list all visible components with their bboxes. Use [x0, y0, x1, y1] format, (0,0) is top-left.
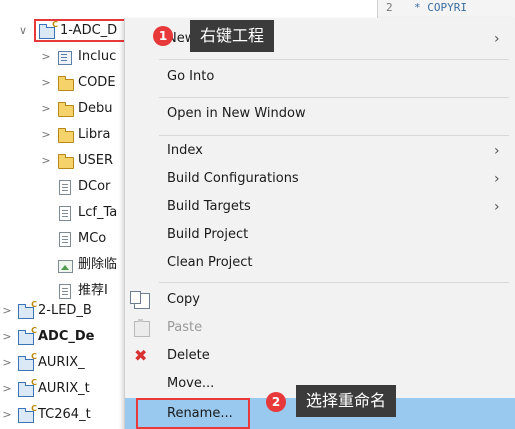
tree-item-label: CODE — [78, 75, 116, 90]
tree-item-label: USER — [78, 153, 114, 168]
chevron-right-icon: › — [494, 199, 500, 215]
menu-item-label: Move... — [167, 376, 215, 391]
tree-item-label: MCo — [78, 231, 107, 246]
menu-item-label: Go Into — [167, 69, 215, 84]
chevron-right-icon: › — [494, 143, 500, 159]
menu-separator — [159, 59, 509, 60]
menu-separator — [159, 282, 509, 283]
tree-item-label: TC264_t — [38, 407, 91, 422]
chevron-right-icon: › — [494, 171, 500, 187]
folder-icon — [58, 154, 74, 169]
folder-icon — [58, 102, 74, 117]
file-icon — [59, 284, 71, 299]
code-text: * COPYRI — [414, 1, 467, 14]
menu-item-delete[interactable]: ✖ Delete — [125, 342, 515, 370]
tree-item-label: 删除临 — [78, 257, 118, 272]
project-icon — [18, 353, 37, 371]
menu-item-open-in-new-window[interactable]: Open in New Window — [125, 100, 515, 128]
editor-line-strip: 2 * COPYRI — [377, 0, 515, 18]
context-menu: New › Go Into Open in New Window Index ›… — [124, 18, 515, 429]
file-icon — [59, 180, 71, 195]
menu-item-label: Clean Project — [167, 255, 253, 270]
tree-item-label: ADC_De — [38, 329, 95, 344]
tree-item-label: Libra — [78, 127, 111, 142]
folder-icon — [58, 76, 74, 91]
chevron-right-icon[interactable]: > — [41, 148, 51, 174]
menu-item-label: Build Project — [167, 227, 249, 242]
line-number: 2 — [386, 1, 393, 14]
chevron-right-icon[interactable]: > — [2, 350, 12, 376]
tree-item-label: DCor — [78, 179, 111, 194]
chevron-right-icon[interactable]: > — [2, 402, 12, 428]
includes-icon — [58, 51, 72, 65]
chevron-down-icon[interactable]: ∨ — [18, 18, 28, 44]
menu-item-label: Build Targets — [167, 199, 251, 214]
chevron-right-icon: › — [494, 31, 500, 47]
tree-item-label: AURIX_ — [38, 355, 85, 370]
paste-icon — [134, 319, 150, 337]
copy-icon — [130, 291, 150, 309]
step-callout-1: 右键工程 — [190, 20, 275, 52]
menu-item-label: Paste — [167, 320, 203, 335]
project-icon — [18, 301, 37, 319]
delete-icon: ✖ — [134, 346, 148, 365]
chevron-right-icon[interactable]: > — [2, 376, 12, 402]
chevron-right-icon[interactable]: > — [41, 70, 51, 96]
menu-item-build-targets[interactable]: Build Targets › — [125, 193, 515, 221]
step-badge-2: 2 — [266, 392, 286, 412]
menu-item-copy[interactable]: Copy — [125, 286, 515, 314]
menu-item-label: Delete — [167, 348, 210, 363]
tree-item-label: Lcf_Ta — [78, 205, 118, 220]
project-icon — [18, 379, 37, 397]
menu-separator — [159, 97, 509, 98]
menu-item-clean-project[interactable]: Clean Project — [125, 249, 515, 277]
menu-item-label: Open in New Window — [167, 106, 306, 121]
menu-item-label: Build Configurations — [167, 171, 299, 186]
menu-separator — [159, 135, 509, 136]
project-icon — [18, 405, 37, 423]
image-file-icon — [58, 260, 73, 273]
chevron-right-icon[interactable]: > — [41, 122, 51, 148]
tree-item-label: 2-LED_B — [38, 303, 92, 318]
file-icon — [59, 206, 71, 221]
menu-item-label: Copy — [167, 292, 200, 307]
menu-item-new[interactable]: New › — [125, 25, 515, 53]
menu-item-label: Index — [167, 143, 203, 158]
menu-item-build-project[interactable]: Build Project — [125, 221, 515, 249]
tree-item-label: Incluc — [78, 49, 117, 64]
menu-item-index[interactable]: Index › — [125, 137, 515, 165]
tree-item-label: Debu — [78, 101, 113, 116]
menu-item-build-configurations[interactable]: Build Configurations › — [125, 165, 515, 193]
chevron-right-icon[interactable]: > — [41, 96, 51, 122]
rename-highlight-box — [136, 398, 250, 429]
menu-item-paste[interactable]: Paste — [125, 314, 515, 342]
chevron-right-icon[interactable]: > — [2, 298, 12, 324]
tree-item-label: AURIX_t — [38, 381, 90, 396]
project-icon — [18, 327, 37, 345]
chevron-right-icon[interactable]: > — [2, 324, 12, 350]
chevron-right-icon[interactable]: > — [41, 44, 51, 70]
folder-icon — [58, 128, 74, 143]
step-badge-1: 1 — [153, 26, 173, 46]
step-callout-2: 选择重命名 — [296, 385, 397, 417]
menu-item-go-into[interactable]: Go Into — [125, 63, 515, 91]
file-icon — [59, 232, 71, 247]
